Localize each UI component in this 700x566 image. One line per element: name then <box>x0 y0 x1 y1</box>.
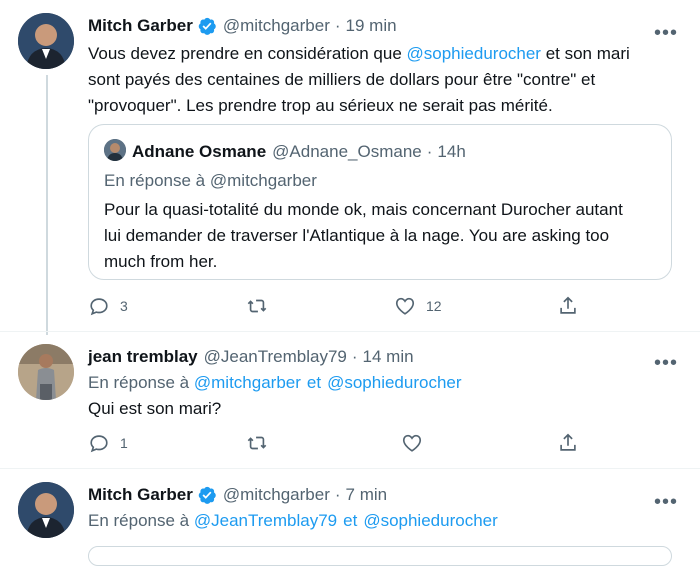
tweet-text-line-2: sont payés des centaines de milliers de … <box>88 70 596 89</box>
quoted-author-handle: @Adnane_Osmane <box>272 142 422 161</box>
reply-icon <box>90 435 108 453</box>
retweet-button[interactable] <box>246 432 268 454</box>
like-icon <box>402 434 422 452</box>
separator-dot: · <box>334 485 341 504</box>
retweet-icon <box>247 436 267 450</box>
text-segment: et son mari <box>540 44 630 63</box>
tweet-text-line-1: Vous devez prendre en considération que … <box>88 41 688 67</box>
quoted-text-line-3: much from her. <box>104 252 218 271</box>
separator-dot: · <box>426 142 433 161</box>
separator-dot: · <box>334 16 341 35</box>
avatar[interactable] <box>18 13 74 69</box>
author-handle[interactable]: @mitchgarber <box>223 485 330 505</box>
verified-badge-icon <box>198 17 216 35</box>
quoted-reply-to: En réponse à @mitchgarber <box>104 171 317 191</box>
tweet-mitch-garber-1[interactable]: Mitch Garber @mitchgarber · 19 min ••• V… <box>0 0 700 335</box>
tweet-text: Vous devez prendre en considération que … <box>88 41 688 119</box>
tweet-header: Mitch Garber @mitchgarber · 7 min <box>88 485 387 505</box>
tweet-jean-tremblay[interactable]: jean tremblay @JeanTremblay79 · 14 min •… <box>0 332 700 468</box>
like-button[interactable]: 12 <box>394 295 442 317</box>
tweet-text-line-1: Qui est son mari? <box>88 399 222 418</box>
timestamp[interactable]: 19 min <box>346 16 397 36</box>
avatar[interactable] <box>18 482 74 538</box>
retweet-icon <box>247 299 267 313</box>
reply-to: En réponse à @mitchgarber et @sophieduroch… <box>88 373 462 393</box>
author-name[interactable]: Mitch Garber <box>88 485 193 505</box>
more-icon[interactable]: ••• <box>654 353 678 373</box>
like-count: 12 <box>426 298 442 314</box>
avatar[interactable] <box>18 344 74 400</box>
reply-handle[interactable]: @sophiedurocher <box>327 373 461 392</box>
author-name[interactable]: Mitch Garber <box>88 16 193 36</box>
author-name[interactable]: jean tremblay <box>88 347 198 367</box>
quoted-timestamp: 14h <box>437 142 466 161</box>
reply-icon <box>90 298 108 316</box>
tweet-actions: 3 12 <box>88 295 678 319</box>
reply-to: En réponse à @JeanTremblay79 et @sophiedur… <box>88 511 498 531</box>
tweet-header: jean tremblay @JeanTremblay79 · 14 min <box>88 347 414 367</box>
tweet-header: Mitch Garber @mitchgarber · 19 min <box>88 16 397 36</box>
reply-button[interactable]: 3 <box>88 295 128 317</box>
reply-handle[interactable]: @mitchgarber <box>194 373 301 392</box>
quoted-avatar <box>104 139 126 161</box>
thread-line <box>46 75 48 335</box>
like-icon <box>395 297 415 315</box>
share-icon <box>560 296 576 314</box>
timestamp[interactable]: 14 min <box>363 347 414 367</box>
quoted-text-line-2: lui demander de traverser l'Atlantique à… <box>104 226 610 245</box>
reply-handle: @mitchgarber <box>209 171 317 190</box>
quoted-author-name: Adnane Osmane <box>132 142 267 161</box>
reply-count: 3 <box>120 298 128 314</box>
tweet-mitch-garber-2[interactable]: Mitch Garber @mitchgarber · 7 min ••• En… <box>0 469 700 551</box>
reply-handle[interactable]: @JeanTremblay79 <box>194 511 337 530</box>
quoted-header: Adnane Osmane @Adnane_Osmane · 14h <box>132 142 466 162</box>
tweet-text: Qui est son mari? <box>88 396 221 422</box>
author-handle[interactable]: @mitchgarber <box>223 16 330 36</box>
like-button[interactable] <box>401 432 423 454</box>
share-icon <box>560 433 576 451</box>
separator-dot: · <box>351 347 358 366</box>
timestamp[interactable]: 7 min <box>346 485 388 505</box>
verified-badge-icon <box>198 486 216 504</box>
more-icon[interactable]: ••• <box>654 23 678 43</box>
tweet-actions: 1 <box>88 432 678 456</box>
quoted-tweet[interactable]: Adnane Osmane @Adnane_Osmane · 14h En ré… <box>88 124 672 280</box>
reply-separator: et <box>343 511 358 530</box>
share-button[interactable] <box>557 295 579 317</box>
mention-link[interactable]: @sophiedurocher <box>407 44 541 63</box>
share-button[interactable] <box>557 432 579 454</box>
reply-prefix: En réponse à <box>88 373 190 392</box>
text-segment: Vous devez prendre en considération que <box>88 44 407 63</box>
reply-count: 1 <box>120 435 128 451</box>
retweet-button[interactable] <box>246 295 278 317</box>
reply-button[interactable]: 1 <box>88 432 128 454</box>
embedded-card-edge[interactable] <box>88 546 672 566</box>
quoted-text: Pour la quasi-totalité du monde ok, mais… <box>104 197 664 275</box>
quoted-text-line-1: Pour la quasi-totalité du monde ok, mais… <box>104 200 623 219</box>
author-handle[interactable]: @JeanTremblay79 <box>204 347 347 367</box>
reply-prefix: En réponse à <box>104 171 206 190</box>
reply-prefix: En réponse à <box>88 511 190 530</box>
tweet-text-line-3: "provoquer". Les prendre trop au sérieux… <box>88 96 553 115</box>
reply-separator: et <box>306 373 322 392</box>
more-icon[interactable]: ••• <box>654 492 678 512</box>
reply-handle[interactable]: @sophiedurocher <box>363 511 497 530</box>
